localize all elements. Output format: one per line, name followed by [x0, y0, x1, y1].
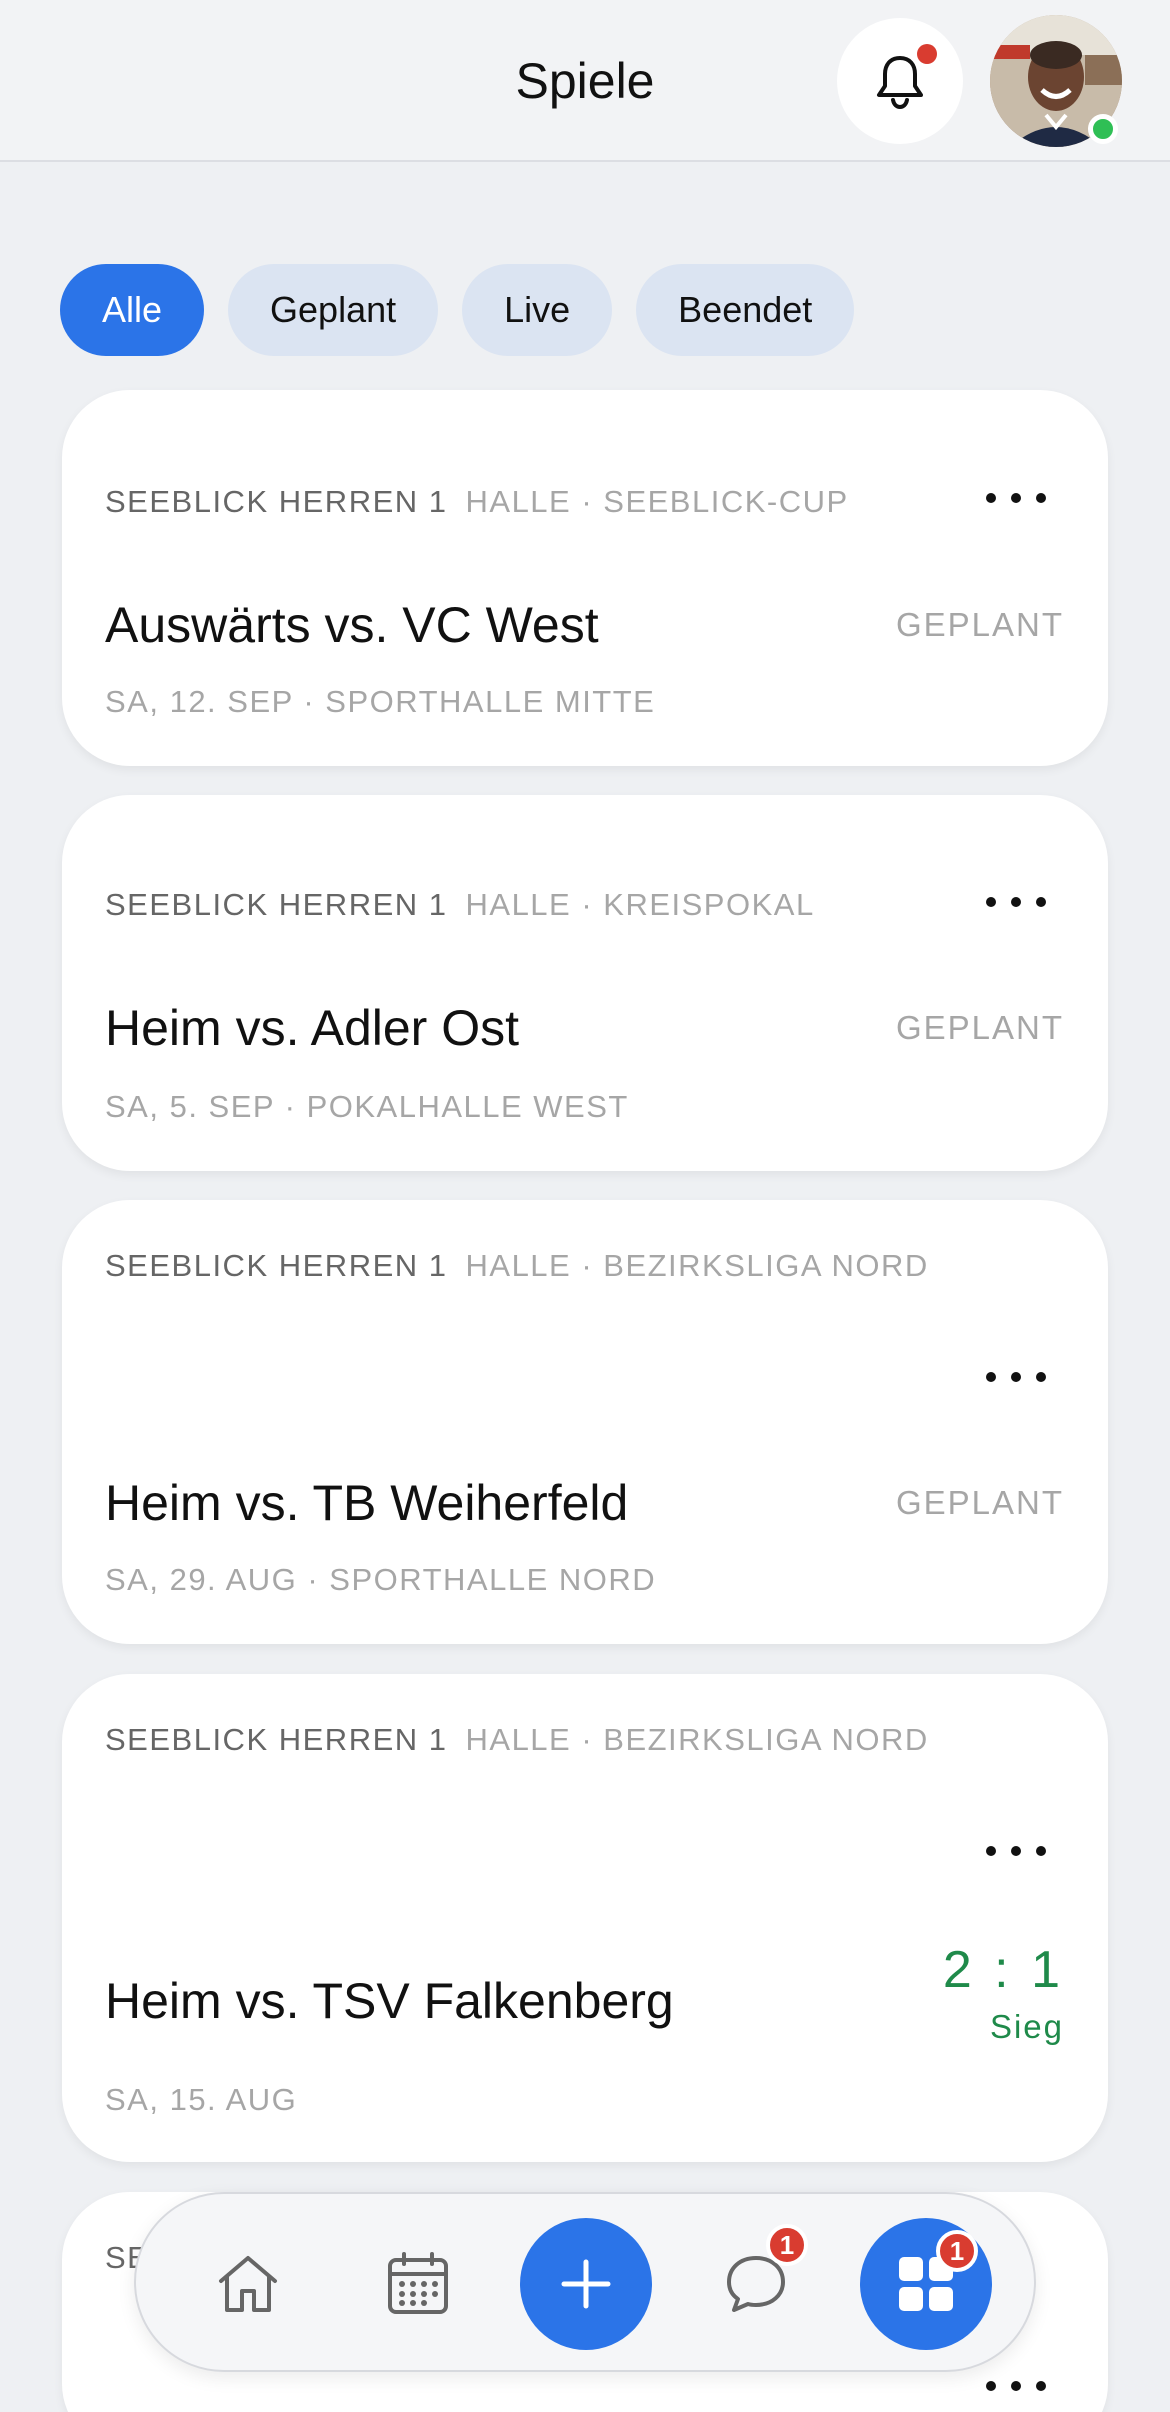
home-icon: [219, 2256, 277, 2312]
team-name: Seeblick Herren 1: [105, 887, 448, 922]
nav-chat[interactable]: 1: [706, 2224, 808, 2334]
app-header: Spiele: [0, 0, 1170, 162]
game-title: Auswärts vs. VC West: [105, 597, 599, 653]
menu-badge: 1: [936, 2230, 978, 2272]
game-meta: Seeblick Herren 1 Halle · Bezirksliga Nor…: [105, 1722, 929, 1758]
filter-chip-live[interactable]: Live: [462, 264, 613, 356]
game-card[interactable]: Seeblick Herren 1 Halle · Seeblick-Cup Au…: [62, 390, 1108, 766]
game-status: Geplant: [895, 1484, 1064, 1521]
game-date-place: Sa, 5. Sep · Pokalhalle West: [105, 1089, 629, 1124]
nav-menu[interactable]: 1: [860, 2218, 992, 2350]
league-name: Halle · Bezirksliga Nord: [465, 1722, 929, 1757]
more-options-button[interactable]: [986, 478, 1046, 518]
more-options-button[interactable]: [986, 2366, 1046, 2406]
add-button[interactable]: [520, 2218, 652, 2350]
more-options-button[interactable]: [986, 1831, 1046, 1871]
calendar-icon: [388, 2252, 448, 2314]
game-meta: Seeblick Herren 1 Halle · Kreispokal: [105, 887, 815, 923]
score-value: 2 : 1: [942, 1941, 1064, 1999]
more-options-button[interactable]: [986, 882, 1046, 922]
more-options-button[interactable]: [986, 1357, 1046, 1397]
filter-chip-alle[interactable]: Alle: [60, 264, 205, 356]
league-name: Halle · Bezirksliga Nord: [465, 1248, 929, 1283]
game-date-place: Sa, 29. Aug · Sporthalle Nord: [105, 1562, 657, 1597]
game-score: 2 : 1 Sieg: [943, 1940, 1064, 2046]
league-name: Halle · Kreispokal: [465, 887, 815, 922]
game-result: Sieg: [989, 2008, 1064, 2045]
plus-icon: [561, 2259, 611, 2309]
chat-badge: 1: [766, 2224, 808, 2266]
notifications-button[interactable]: [837, 18, 963, 144]
game-date-place: Sa, 15. Aug: [105, 2082, 298, 2117]
team-name: Seeblick Herren 1: [105, 484, 448, 519]
game-date-place: Sa, 12. Sep · Sporthalle Mitte: [105, 684, 656, 719]
game-meta: Seeblick Herren 1 Halle · Seeblick-Cup: [105, 484, 849, 520]
game-meta: Seeblick Herren 1 Halle · Bezirksliga Nor…: [105, 1248, 929, 1284]
league-name: Halle · Seeblick-Cup: [465, 484, 849, 519]
game-status: Geplant: [895, 1009, 1064, 1046]
bottom-navigation: 1 1: [134, 2192, 1036, 2372]
game-card[interactable]: Seeblick Herren 1 Halle · Kreispokal Heim…: [62, 795, 1108, 1171]
team-name: Seeblick Herren 1: [105, 1248, 448, 1283]
game-title: Heim vs. TSV Falkenberg: [105, 1973, 674, 2029]
game-title: Heim vs. TB Weiherfeld: [105, 1475, 629, 1531]
filter-chips: Alle Geplant Live Beendet: [60, 264, 855, 356]
game-card[interactable]: Seeblick Herren 1 Halle · Bezirksliga Nor…: [62, 1200, 1108, 1644]
online-status-dot: [1088, 114, 1118, 144]
game-card[interactable]: Seeblick Herren 1 Halle · Bezirksliga Nor…: [62, 1674, 1108, 2162]
notification-dot: [917, 44, 937, 64]
game-status: Geplant: [895, 606, 1064, 643]
nav-home[interactable]: [198, 2234, 298, 2334]
nav-calendar[interactable]: [368, 2234, 468, 2334]
filter-chip-beendet[interactable]: Beendet: [636, 264, 855, 356]
game-title: Heim vs. Adler Ost: [105, 1000, 519, 1056]
team-name: Seeblick Herren 1: [105, 1722, 448, 1757]
filter-chip-geplant[interactable]: Geplant: [228, 264, 439, 356]
